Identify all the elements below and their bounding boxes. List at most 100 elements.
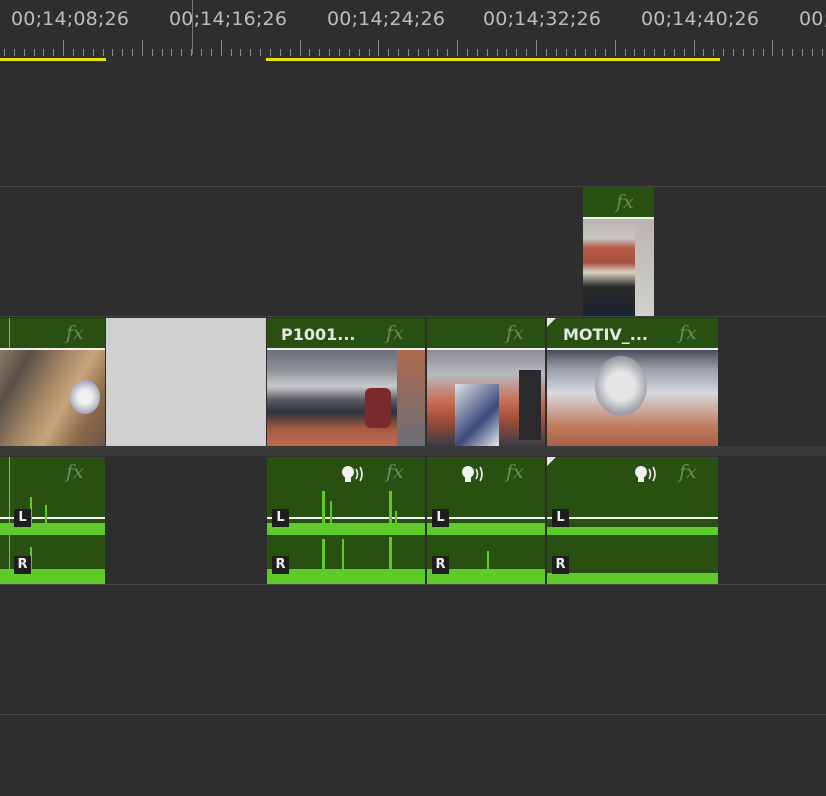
ruler-tick [673,49,675,56]
ruler-tick [782,49,784,56]
time-ruler[interactable]: 00;14;08;26 00;14;16;26 00;14;24;26 00;1… [0,0,826,62]
ruler-tick [122,49,124,56]
ruler-timecode: 00;14;40;26 [641,8,760,30]
clip-thumbnail [427,350,545,446]
fx-badge[interactable]: fx [679,461,697,483]
channel-label-right: R [552,556,569,574]
playhead-marker[interactable] [192,0,193,54]
waveform-left [267,523,425,535]
clip-header: MOTIV_... fx [547,318,718,348]
ruler-tick [496,49,498,56]
ruler-tick [92,49,94,56]
ruler-tick [53,49,55,56]
ruler-tick [220,40,222,56]
fx-badge[interactable]: fx [679,322,697,344]
ruler-tick [260,49,262,56]
ruler-tick [309,49,311,56]
channel-label-left: L [552,509,569,527]
video-clip-v1[interactable]: fx [427,318,545,446]
ruler-timecode: 00;14;08;26 [11,8,130,30]
fx-badge[interactable]: fx [66,461,84,483]
track-divider [0,186,826,187]
ruler-tick [486,49,488,56]
ruler-tick [762,49,764,56]
video-clip-v1[interactable]: P1001... fx [267,318,425,446]
ruler-tick [427,49,429,56]
clip-thumbnail [583,219,654,316]
ruler-tick [181,49,183,56]
video-clip-v1[interactable]: fx [0,318,105,446]
fx-badge[interactable]: fx [506,461,524,483]
ruler-tick [210,49,212,56]
audio-clip-a1[interactable]: fx L R [427,457,545,584]
ruler-tick [269,49,271,56]
fx-badge[interactable]: fx [506,322,524,344]
channel-label-left: L [272,509,289,527]
video-clip-v2[interactable]: fx [583,187,654,316]
ruler-tick [732,49,734,56]
ruler-tick [398,49,399,56]
ruler-tick [811,49,813,56]
ruler-tick [664,49,665,56]
audio-clip-a1[interactable]: fx L R [547,457,718,584]
ruler-tick [447,49,449,56]
channel-label-right: R [14,556,31,574]
ruler-tick [506,49,508,56]
ruler-tick [801,49,803,56]
ruler-tick [358,49,360,56]
clip-name: P1001... [281,325,356,344]
ruler-tick [772,40,774,56]
clip-thumbnail [547,350,718,446]
ruler-tick [299,40,301,56]
ruler-tick [792,49,793,56]
ruler-tick [73,49,74,56]
fx-badge[interactable]: fx [616,191,634,213]
fx-badge[interactable]: fx [386,461,404,483]
timeline-gap[interactable] [106,318,266,446]
ruler-timecode: 00;14;32;26 [483,8,602,30]
speech-icon[interactable] [460,465,486,483]
in-out-range-bar [0,58,106,61]
ruler-tick [634,49,636,56]
ruler-tick [171,49,173,56]
transition-corner-icon [547,457,556,466]
ruler-tick [535,40,537,56]
clip-header: fx [583,187,654,217]
ruler-tick [289,49,291,56]
speech-icon[interactable] [340,465,366,483]
track-divider [0,584,826,585]
video-audio-divider [0,446,826,456]
track-divider [0,316,826,317]
ruler-tick [161,49,163,56]
ruler-tick [437,49,439,56]
ruler-tick [132,49,133,56]
ruler-tick [201,49,202,56]
ruler-tick [338,49,340,56]
ruler-tick [368,49,370,56]
speech-icon[interactable] [633,465,659,483]
ruler-tick [545,49,547,56]
ruler-tick [348,49,350,56]
fx-badge[interactable]: fx [66,322,84,344]
clip-name: MOTIV_... [563,325,649,344]
audio-clip-a1[interactable]: fx L R [267,457,425,584]
ruler-tick [526,49,528,56]
audio-clip-a1[interactable]: fx L R [0,457,105,584]
ruler-tick [624,49,626,56]
fx-badge[interactable]: fx [386,322,404,344]
ruler-timecode: 00;14;16;26 [169,8,288,30]
ruler-tick [407,49,409,56]
ruler-tick [644,49,646,56]
video-clip-v1[interactable]: MOTIV_... fx [547,318,718,446]
ruler-tick [595,49,596,56]
channel-divider-line [547,517,718,519]
ruler-tick [683,49,685,56]
ruler-tick [141,40,143,56]
in-out-range-bar [266,58,720,61]
ruler-tick [555,49,557,56]
ruler-tick [742,49,744,56]
ruler-tick [13,49,15,56]
ruler-tick [417,49,419,56]
ruler-tick [604,49,606,56]
ruler-tick [614,40,616,56]
